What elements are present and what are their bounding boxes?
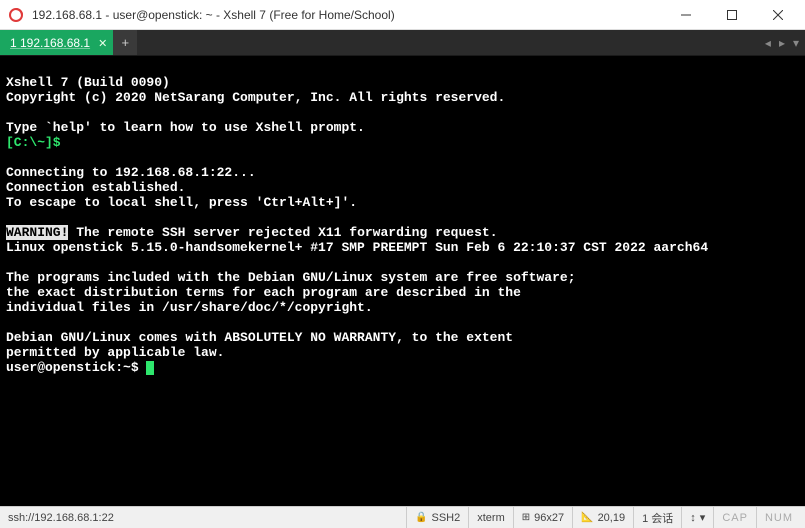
minimize-button[interactable] [663, 0, 709, 30]
term-warning-label: WARNING! [6, 225, 68, 240]
tab-next-icon[interactable]: ▸ [779, 36, 785, 50]
status-protocol: 🔒 SSH2 [406, 507, 468, 528]
chevron-up-icon: ↕ [690, 512, 696, 524]
term-line [61, 135, 69, 150]
terminal[interactable]: Xshell 7 (Build 0090) Copyright (c) 2020… [0, 56, 805, 506]
tab-menu-icon[interactable]: ▾ [793, 36, 799, 50]
term-line: The remote SSH server rejected X11 forwa… [68, 225, 497, 240]
lock-icon: 🔒 [415, 512, 427, 523]
tab-nav: ◂ ▸ ▾ [759, 30, 805, 55]
status-size: ⊞ 96x27 [513, 507, 572, 528]
maximize-button[interactable] [709, 0, 755, 30]
status-sessions[interactable]: 1 会话 [633, 507, 681, 528]
status-capslock: CAP [713, 507, 756, 528]
titlebar: 192.168.68.1 - user@openstick: ~ - Xshel… [0, 0, 805, 30]
statusbar: ssh://192.168.68.1:22 🔒 SSH2 xterm ⊞ 96x… [0, 506, 805, 528]
term-prompt-local: [C:\~]$ [6, 135, 61, 150]
term-line: Xshell 7 (Build 0090) [6, 75, 170, 90]
tab-label: 1 192.168.68.1 [10, 36, 90, 50]
term-line: The programs included with the Debian GN… [6, 270, 576, 285]
status-network-icon[interactable]: ↕ ▾ [681, 507, 713, 528]
app-icon [8, 7, 24, 23]
term-line: To escape to local shell, press 'Ctrl+Al… [6, 195, 357, 210]
tab-close-icon[interactable]: ✕ [98, 37, 107, 50]
status-term-type: xterm [468, 507, 513, 528]
term-line: Copyright (c) 2020 NetSarang Computer, I… [6, 90, 505, 105]
tab-prev-icon[interactable]: ◂ [765, 36, 771, 50]
term-line: Connection established. [6, 180, 185, 195]
new-tab-button[interactable]: + [113, 30, 137, 55]
term-line: permitted by applicable law. [6, 345, 224, 360]
status-path: ssh://192.168.68.1:22 [4, 512, 406, 524]
cursor [146, 361, 154, 375]
term-line: Debian GNU/Linux comes with ABSOLUTELY N… [6, 330, 513, 345]
term-line: Linux openstick 5.15.0-handsomekernel+ #… [6, 240, 708, 255]
term-line: the exact distribution terms for each pr… [6, 285, 521, 300]
dropdown-icon: ▾ [700, 511, 706, 524]
status-numlock: NUM [756, 507, 801, 528]
window-title: 192.168.68.1 - user@openstick: ~ - Xshel… [32, 8, 663, 22]
window-controls [663, 0, 801, 30]
grid-icon: ⊞ [522, 512, 530, 523]
status-cursor-pos: 📐 20,19 [572, 507, 633, 528]
tabbar: 1 192.168.68.1 ✕ + ◂ ▸ ▾ [0, 30, 805, 56]
term-prompt-remote: user@openstick:~$ [6, 360, 146, 375]
term-line: Type `help' to learn how to use Xshell p… [6, 120, 365, 135]
tab-session-1[interactable]: 1 192.168.68.1 ✕ [0, 30, 113, 55]
close-button[interactable] [755, 0, 801, 30]
ruler-icon: 📐 [581, 512, 593, 523]
term-line: Connecting to 192.168.68.1:22... [6, 165, 256, 180]
term-line: individual files in /usr/share/doc/*/cop… [6, 300, 373, 315]
